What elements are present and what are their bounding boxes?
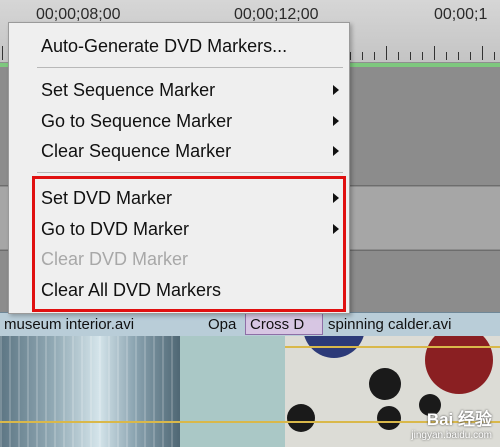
menu-item-label: Go to Sequence Marker: [41, 111, 233, 131]
ruler-tick: [398, 52, 399, 60]
ruler-tick: [494, 52, 495, 60]
menu-separator: [37, 172, 343, 173]
clip-label: spinning calder.avi: [328, 316, 452, 333]
menu-item-go-to-sequence-marker[interactable]: Go to Sequence Marker: [9, 106, 349, 136]
ruler-tick: [422, 52, 423, 60]
watermark: Bai 经验 jingyan.baidu.com: [411, 405, 492, 441]
menu-item-auto-generate-dvd-markers[interactable]: Auto-Generate DVD Markers...: [9, 31, 349, 61]
transition-label: Cross D: [250, 316, 305, 333]
ruler-tick: [374, 52, 375, 60]
ruler-tick: [386, 46, 387, 60]
ruler-tick: [2, 46, 3, 60]
menu-item-label: Clear Sequence Marker: [41, 141, 232, 161]
ruler-tick: [482, 46, 483, 60]
ruler-tick: [434, 46, 435, 60]
ruler-tick: [458, 52, 459, 60]
submenu-arrow-icon: [333, 224, 339, 234]
context-menu: Auto-Generate DVD Markers... Set Sequenc…: [8, 22, 350, 314]
timecode-label: 00;00;1: [434, 6, 488, 23]
thumbnail-museum-interior: [0, 336, 180, 447]
thumbnail-blank: [180, 336, 285, 447]
menu-item-clear-dvd-marker: Clear DVD Marker: [9, 244, 349, 274]
menu-item-set-dvd-marker[interactable]: Set DVD Marker: [9, 183, 349, 213]
ruler-tick: [362, 52, 363, 60]
menu-item-set-sequence-marker[interactable]: Set Sequence Marker: [9, 75, 349, 105]
keyframe-line: [285, 346, 500, 348]
menu-item-label: Set Sequence Marker: [41, 80, 216, 100]
menu-item-label: Go to DVD Marker: [41, 219, 190, 239]
menu-item-label: Clear DVD Marker: [41, 249, 189, 269]
menu-item-label: Clear All DVD Markers: [41, 280, 222, 300]
submenu-arrow-icon: [333, 146, 339, 156]
menu-item-clear-sequence-marker[interactable]: Clear Sequence Marker: [9, 136, 349, 166]
ruler-tick: [350, 52, 351, 60]
submenu-arrow-icon: [333, 116, 339, 126]
ruler-tick: [410, 52, 411, 60]
clip-label: museum interior.avi: [4, 316, 135, 333]
ruler-tick: [470, 52, 471, 60]
ruler-tick: [446, 52, 447, 60]
menu-separator: [37, 67, 343, 68]
watermark-logo: Bai 经验: [426, 410, 492, 429]
clip-effect-label: Opa: [208, 316, 237, 333]
menu-item-label: Set DVD Marker: [41, 188, 173, 208]
menu-item-go-to-dvd-marker[interactable]: Go to DVD Marker: [9, 214, 349, 244]
submenu-arrow-icon: [333, 193, 339, 203]
transition-clip[interactable]: Cross D: [245, 313, 323, 335]
watermark-url: jingyan.baidu.com: [411, 430, 492, 441]
submenu-arrow-icon: [333, 85, 339, 95]
menu-item-clear-all-dvd-markers[interactable]: Clear All DVD Markers: [9, 275, 349, 305]
menu-item-label: Auto-Generate DVD Markers...: [41, 36, 288, 56]
